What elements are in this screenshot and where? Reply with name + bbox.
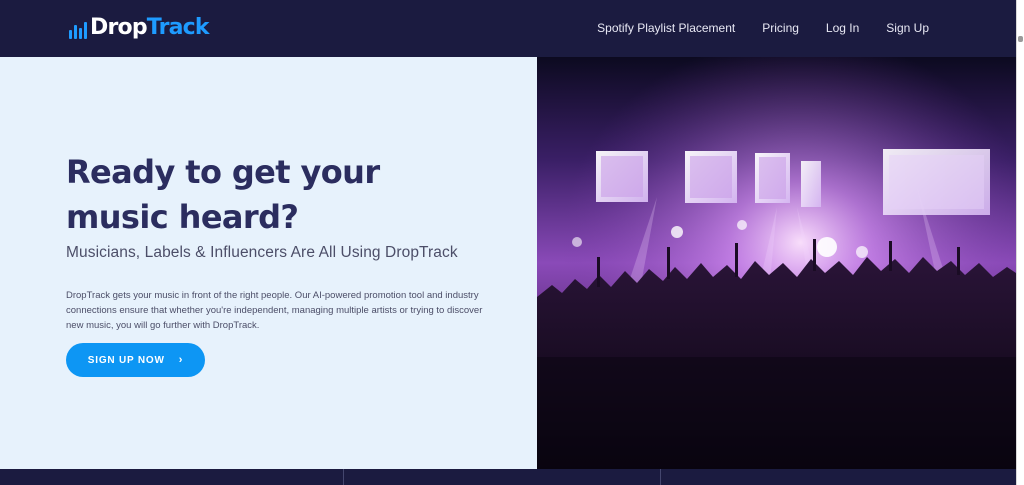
- main-nav: Spotify Playlist Placement Pricing Log I…: [597, 20, 929, 36]
- chevron-right-icon: ›: [178, 354, 184, 366]
- nav-link-sign-up[interactable]: Sign Up: [886, 20, 929, 36]
- concert-crowd-image: [537, 57, 1016, 469]
- hero-description: DropTrack gets your music in front of th…: [66, 290, 483, 331]
- sign-up-now-button[interactable]: SIGN UP NOW ›: [66, 343, 205, 377]
- droptrack-logo[interactable]: DropTrack: [69, 15, 210, 41]
- hero-text-panel: Ready to get your music heard? Musicians…: [0, 57, 537, 469]
- logo-wordmark: DropTrack: [90, 15, 210, 40]
- footer-strip: [0, 469, 1016, 485]
- vertical-scrollbar[interactable]: [1016, 0, 1024, 485]
- nav-link-log-in[interactable]: Log In: [826, 20, 859, 36]
- sign-up-now-label: SIGN UP NOW: [87, 354, 165, 366]
- hero-subtitle: Musicians, Labels & Influencers Are All …: [66, 244, 458, 261]
- nav-link-pricing[interactable]: Pricing: [762, 20, 799, 36]
- site-header: DropTrack Spotify Playlist Placement Pri…: [0, 0, 1016, 57]
- scrollbar-thumb[interactable]: [1018, 36, 1023, 42]
- nav-link-spotify-playlist-placement[interactable]: Spotify Playlist Placement: [597, 20, 735, 36]
- footer-divider: [343, 469, 344, 485]
- equalizer-bars-icon: [69, 17, 87, 39]
- footer-divider: [660, 469, 661, 485]
- hero-title: Ready to get your music heard?: [66, 153, 380, 236]
- concert-crowd-illustration: [537, 57, 1016, 469]
